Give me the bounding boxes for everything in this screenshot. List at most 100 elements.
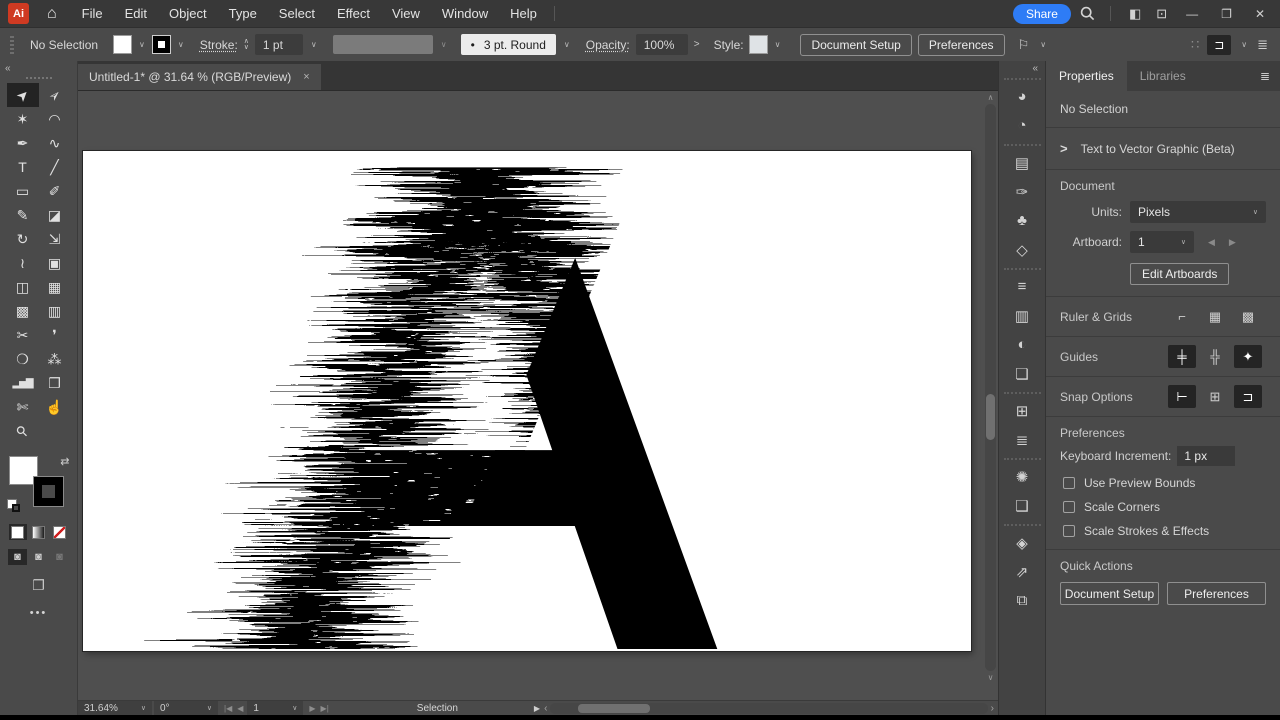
tool-free-transform[interactable]: ▣ [39, 251, 71, 275]
default-fill-stroke-icon[interactable] [7, 500, 21, 513]
tab-properties[interactable]: Properties [1046, 61, 1127, 91]
zoom-level-dropdown[interactable]: 31.64% ∨ [78, 701, 152, 715]
style-swatch[interactable] [749, 36, 767, 53]
show-guides-icon[interactable]: ╪ [1168, 345, 1196, 368]
stroke-panel-icon[interactable]: ≡ [1004, 272, 1041, 301]
horizontal-scrollbar[interactable]: ‹ › [540, 701, 998, 715]
opacity-field[interactable]: 100% [635, 34, 688, 55]
tool-selection[interactable]: ➤ [6, 83, 39, 107]
tool-mesh[interactable]: ▩ [7, 299, 39, 323]
none-button[interactable] [51, 524, 69, 540]
tool-paintbrush[interactable]: ✐ [39, 179, 71, 203]
color-guide-panel-icon[interactable]: ◔ [1004, 111, 1041, 140]
fill-proxy-swatch[interactable] [9, 457, 37, 484]
tools-grip[interactable] [25, 77, 52, 79]
tool-gradient[interactable]: ▥ [39, 299, 71, 323]
gradient-button[interactable] [30, 524, 48, 540]
tool-shape-builder[interactable]: ◫ [7, 275, 39, 299]
edit-toolbar-icon[interactable]: ••• [30, 607, 48, 619]
pasteboard[interactable]: A A ∧ ∨ [78, 91, 998, 700]
fill-color-swatch[interactable] [114, 36, 132, 53]
chevron-down-icon[interactable]: ∨ [309, 40, 319, 49]
document-setup-button[interactable]: Document Setup [800, 33, 912, 56]
document-tab[interactable]: Untitled-1* @ 31.64 % (RGB/Preview) × [78, 64, 321, 90]
close-button[interactable]: ✕ [1248, 7, 1272, 21]
control-bar-grip[interactable] [10, 35, 14, 54]
tool-slice[interactable]: ✄ [7, 395, 39, 419]
lock-guides-icon[interactable]: ╬ [1201, 345, 1229, 368]
menu-type[interactable]: Type [218, 6, 268, 21]
tool-column-graph[interactable]: ▂▅▇ [7, 371, 39, 395]
tool-rotate[interactable]: ↻ [7, 227, 39, 251]
snap-to-point-icon[interactable]: ⊢ [1168, 385, 1196, 408]
layers-panel-icon[interactable]: ◈ [1004, 528, 1041, 557]
edit-artboards-button[interactable]: Edit Artboards [1130, 263, 1230, 285]
tool-eraser[interactable]: ◪ [39, 203, 71, 227]
horizontal-scroll-track[interactable] [550, 702, 988, 714]
tools-collapse-icon[interactable]: « [0, 61, 77, 74]
scale-strokes-effects-checkbox[interactable]: Scale Strokes & Effects [1063, 524, 1266, 538]
home-icon[interactable]: ⌂ [47, 5, 57, 23]
tool-direct-selection[interactable]: ➢ [39, 83, 71, 107]
arrange-documents-icon[interactable]: ◧ [1126, 6, 1144, 22]
stroke-color-swatch[interactable] [152, 36, 170, 53]
tool-type[interactable]: T [7, 155, 39, 179]
search-icon[interactable] [1080, 6, 1095, 21]
restore-button[interactable]: ❐ [1214, 7, 1239, 21]
first-artboard-icon[interactable]: |◀ [224, 704, 232, 713]
snap-to-pixel-toggle[interactable]: ⊐ [1207, 34, 1232, 55]
vertical-scroll-track[interactable] [985, 104, 996, 671]
tool-scissors[interactable]: ✂ [7, 323, 39, 347]
brush-definition-dropdown[interactable]: • 3 pt. Round [460, 34, 556, 55]
draw-behind-mode[interactable]: ◙ [29, 549, 48, 565]
brushes-panel-icon[interactable]: ✑ [1004, 177, 1041, 206]
share-button[interactable]: Share [1012, 3, 1071, 24]
color-button[interactable] [8, 524, 27, 540]
tool-pencil[interactable]: ✎ [7, 203, 39, 227]
tool-pen[interactable]: ✒ [7, 131, 39, 155]
next-artboard-icon[interactable]: ▶ [309, 704, 315, 713]
tool-magic-wand[interactable]: ✶ [7, 107, 39, 131]
artboard[interactable]: A A [83, 151, 971, 651]
menu-window[interactable]: Window [431, 6, 499, 21]
transform-panel-icon[interactable]: ⊞ [1004, 396, 1041, 425]
gradient-panel-icon[interactable]: ▥ [1004, 301, 1041, 330]
checkbox-icon[interactable] [1063, 477, 1075, 489]
quick-preferences-button[interactable]: Preferences [1167, 582, 1266, 605]
tool-symbol-sprayer[interactable]: ⁂ [39, 347, 71, 371]
rotation-dropdown[interactable]: 0° ∨ [154, 701, 218, 715]
chevron-down-icon[interactable]: ∨ [773, 40, 783, 49]
checkbox-icon[interactable] [1063, 501, 1075, 513]
tool-eyedropper[interactable]: ❜ [39, 323, 71, 347]
isolate-mode-icon[interactable]: ⚐ [1015, 37, 1033, 53]
stroke-weight-stepper[interactable]: ∧ ∨ [244, 38, 249, 51]
chevron-down-icon[interactable]: ∨ [1239, 40, 1249, 49]
tool-rectangle[interactable]: ▭ [7, 179, 39, 203]
scroll-up-icon[interactable]: ∧ [988, 93, 994, 102]
symbols-panel-icon[interactable]: ♣ [1004, 206, 1041, 235]
tool-scale[interactable]: ⇲ [39, 227, 71, 251]
chevron-down-icon[interactable]: ∨ [137, 40, 147, 49]
minimize-button[interactable]: — [1179, 7, 1205, 21]
align-panel-icon[interactable]: ≣ [1004, 425, 1041, 454]
chevron-down-icon[interactable]: ∨ [562, 40, 572, 49]
quick-document-setup-button[interactable]: Document Setup [1060, 582, 1159, 605]
tab-close-icon[interactable]: × [303, 71, 309, 83]
snap-to-grid-icon[interactable]: ⊞ [1201, 385, 1229, 408]
snap-to-pixel-icon[interactable]: ⊐ [1234, 385, 1262, 408]
tool-lasso[interactable]: ◠ [39, 107, 71, 131]
last-artboard-icon[interactable]: ▶| [321, 704, 329, 713]
3d-materials-panel-icon[interactable]: ◇ [1004, 235, 1041, 264]
show-transparency-grid-icon[interactable]: ▩ [1234, 305, 1262, 328]
vertical-scrollbar[interactable]: ∧ ∨ [984, 91, 997, 684]
show-rulers-icon[interactable]: ⌐ [1168, 305, 1196, 328]
graphic-styles-panel-icon[interactable]: ❑ [1004, 491, 1041, 520]
horizontal-scroll-thumb[interactable] [578, 703, 651, 713]
menu-view[interactable]: View [381, 6, 431, 21]
stroke-label[interactable]: Stroke: [200, 38, 238, 52]
tool-curvature[interactable]: ∿ [39, 131, 71, 155]
artboard-number-dropdown[interactable]: 1 ∨ [247, 701, 304, 715]
panel-menu-icon[interactable]: ≣ [1250, 61, 1280, 91]
export-panel-icon[interactable]: ⇗ [1004, 557, 1041, 586]
menu-select[interactable]: Select [268, 6, 326, 21]
